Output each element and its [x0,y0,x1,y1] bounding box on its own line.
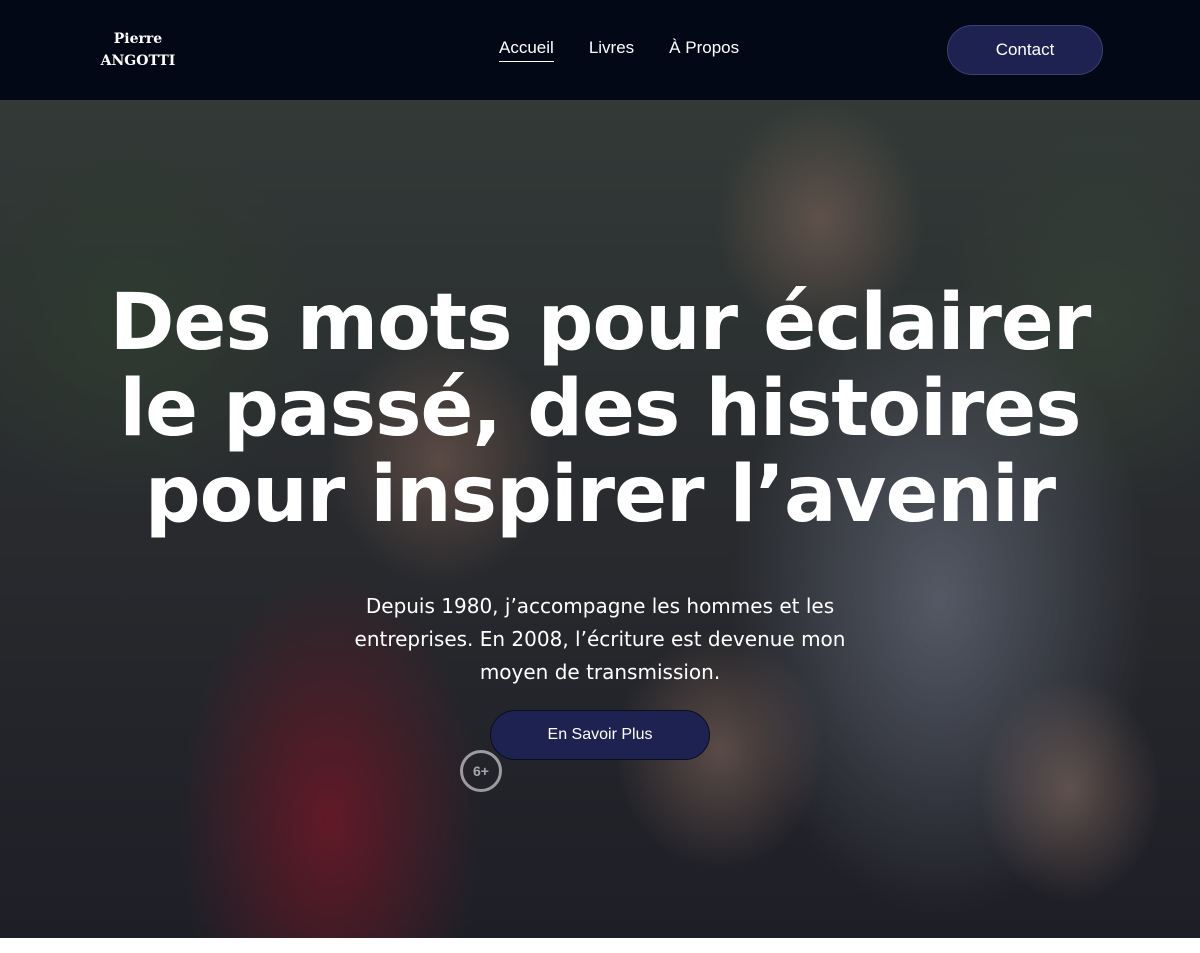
hero-title: Des mots pour éclairer le passé, des his… [109,278,1092,540]
main-nav: Accueil Livres À Propos [499,38,739,62]
nav-item-a-propos[interactable]: À Propos [669,38,739,62]
hero-section: 6+ Des mots pour éclairer le passé, des … [0,100,1200,938]
logo-line-2: ANGOTTI [100,53,176,69]
nav-item-livres[interactable]: Livres [589,38,634,62]
nav-item-accueil[interactable]: Accueil [499,38,554,62]
site-logo[interactable]: Pierre ANGOTTI [90,28,186,72]
contact-button[interactable]: Contact [947,25,1103,75]
learn-more-button[interactable]: En Savoir Plus [490,710,710,760]
age-rating-badge-icon: 6+ [460,750,502,792]
logo-line-1: Pierre [113,31,163,47]
site-header: Pierre ANGOTTI Accueil Livres À Propos C… [0,0,1200,100]
hero-subtitle: Depuis 1980, j’accompagne les hommes et … [354,594,846,684]
